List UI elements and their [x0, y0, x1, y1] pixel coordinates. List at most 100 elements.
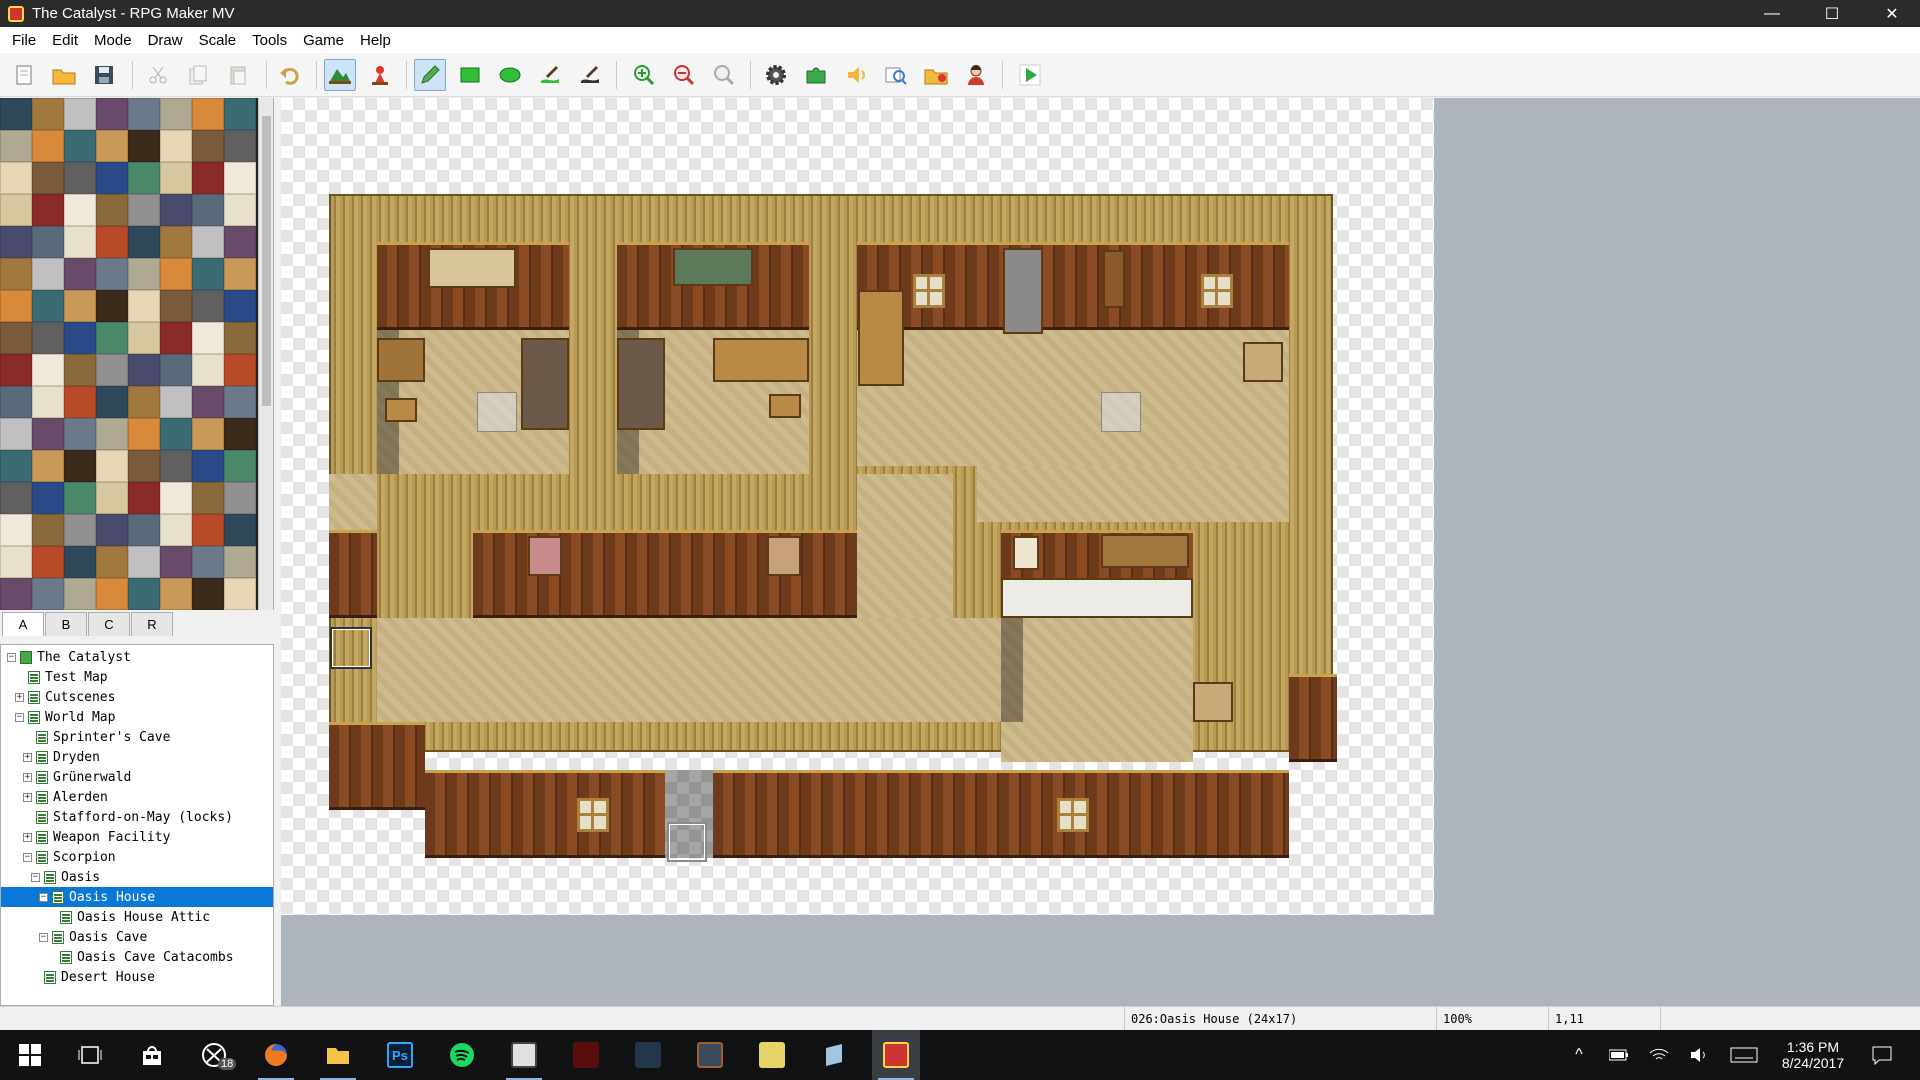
tile-swatch[interactable]: [0, 578, 32, 610]
tileset-palette[interactable]: [0, 98, 274, 610]
minimize-button[interactable]: —: [1744, 0, 1800, 27]
tile-swatch[interactable]: [128, 194, 160, 226]
tile-swatch[interactable]: [64, 290, 96, 322]
tile-swatch[interactable]: [96, 290, 128, 322]
tile-swatch[interactable]: [0, 258, 32, 290]
copy-button[interactable]: [182, 59, 214, 91]
tile-swatch[interactable]: [96, 418, 128, 450]
maximize-button[interactable]: ☐: [1804, 0, 1860, 27]
expand-toggle-icon[interactable]: +: [23, 752, 32, 762]
undo-button[interactable]: [274, 59, 306, 91]
taskbar-photoshop[interactable]: Ps: [376, 1030, 424, 1080]
tile-swatch[interactable]: [32, 482, 64, 514]
tree-item[interactable]: + Cutscenes: [1, 687, 273, 707]
tree-item[interactable]: Oasis Cave Catacombs: [1, 947, 273, 967]
tile-swatch[interactable]: [32, 162, 64, 194]
tile-swatch[interactable]: [160, 290, 192, 322]
tile-swatch[interactable]: [128, 290, 160, 322]
tileset-grid[interactable]: [0, 98, 258, 610]
actual-size-button[interactable]: [708, 59, 740, 91]
ellipse-tool-button[interactable]: [494, 59, 526, 91]
tree-item[interactable]: − Oasis: [1, 867, 273, 887]
tile-swatch[interactable]: [160, 482, 192, 514]
expand-toggle-icon[interactable]: +: [23, 832, 32, 842]
sound-test-button[interactable]: [840, 59, 872, 91]
tile-swatch[interactable]: [0, 482, 32, 514]
character-generator-button[interactable]: [960, 59, 992, 91]
map-canvas[interactable]: [281, 98, 1434, 915]
save-project-button[interactable]: [88, 59, 120, 91]
tile-swatch[interactable]: [32, 290, 64, 322]
tile-swatch[interactable]: [64, 130, 96, 162]
tile-swatch[interactable]: [64, 386, 96, 418]
tile-swatch[interactable]: [192, 482, 224, 514]
tile-swatch[interactable]: [160, 322, 192, 354]
tile-swatch[interactable]: [224, 258, 256, 290]
tile-swatch[interactable]: [224, 98, 256, 130]
tile-swatch[interactable]: [0, 290, 32, 322]
tile-swatch[interactable]: [0, 130, 32, 162]
tile-swatch[interactable]: [0, 226, 32, 258]
tile-swatch[interactable]: [192, 194, 224, 226]
expand-toggle-icon[interactable]: −: [15, 712, 24, 722]
tile-swatch[interactable]: [64, 354, 96, 386]
tile-swatch[interactable]: [64, 194, 96, 226]
tile-swatch[interactable]: [160, 98, 192, 130]
tile-swatch[interactable]: [96, 546, 128, 578]
tile-swatch[interactable]: [32, 322, 64, 354]
tile-swatch[interactable]: [64, 514, 96, 546]
cut-button[interactable]: [142, 59, 174, 91]
tile-swatch[interactable]: [160, 386, 192, 418]
expand-toggle-icon[interactable]: −: [7, 652, 16, 662]
task-view-button[interactable]: [66, 1030, 114, 1080]
new-project-button[interactable]: [8, 59, 40, 91]
tree-item[interactable]: Desert House: [1, 967, 273, 987]
tile-swatch[interactable]: [0, 98, 32, 130]
map-editor[interactable]: [281, 98, 1920, 1006]
tile-swatch[interactable]: [128, 98, 160, 130]
expand-toggle-icon[interactable]: +: [15, 692, 24, 702]
tile-swatch[interactable]: [64, 450, 96, 482]
tile-swatch[interactable]: [96, 450, 128, 482]
tile-swatch[interactable]: [96, 354, 128, 386]
tile-swatch[interactable]: [128, 578, 160, 610]
tree-item[interactable]: Stafford-on-May (locks): [1, 807, 273, 827]
tile-swatch[interactable]: [32, 98, 64, 130]
tile-swatch[interactable]: [224, 162, 256, 194]
tile-swatch[interactable]: [160, 226, 192, 258]
tile-swatch[interactable]: [224, 578, 256, 610]
taskbar-app-2[interactable]: [562, 1030, 610, 1080]
tile-swatch[interactable]: [64, 226, 96, 258]
tile-swatch[interactable]: [32, 546, 64, 578]
tile-swatch[interactable]: [160, 130, 192, 162]
tileset-scrollbar[interactable]: [258, 98, 273, 610]
action-center-button[interactable]: [1858, 1030, 1906, 1080]
tile-swatch[interactable]: [224, 194, 256, 226]
zoom-out-button[interactable]: [668, 59, 700, 91]
tab-b[interactable]: B: [45, 612, 87, 636]
clock[interactable]: 1:36 PM 8/24/2017: [1768, 1030, 1858, 1080]
tile-swatch[interactable]: [128, 418, 160, 450]
close-button[interactable]: ✕: [1864, 0, 1920, 27]
tile-swatch[interactable]: [64, 546, 96, 578]
tree-item[interactable]: Oasis House Attic: [1, 907, 273, 927]
tree-item[interactable]: Test Map: [1, 667, 273, 687]
tile-swatch[interactable]: [128, 450, 160, 482]
tile-swatch[interactable]: [64, 482, 96, 514]
taskbar-app-3[interactable]: [624, 1030, 672, 1080]
npc-event[interactable]: [477, 392, 517, 432]
tile-swatch[interactable]: [224, 546, 256, 578]
menu-edit[interactable]: Edit: [44, 32, 86, 49]
tile-swatch[interactable]: [64, 98, 96, 130]
fill-tool-button[interactable]: [534, 59, 566, 91]
event-mode-button[interactable]: [364, 59, 396, 91]
open-project-button[interactable]: [48, 59, 80, 91]
tile-swatch[interactable]: [160, 194, 192, 226]
keyboard-icon[interactable]: [1726, 1030, 1762, 1080]
tile-swatch[interactable]: [0, 386, 32, 418]
plugin-manager-button[interactable]: [800, 59, 832, 91]
rectangle-tool-button[interactable]: [454, 59, 486, 91]
taskbar-file-explorer[interactable]: [314, 1030, 362, 1080]
tile-swatch[interactable]: [160, 258, 192, 290]
tile-swatch[interactable]: [224, 226, 256, 258]
